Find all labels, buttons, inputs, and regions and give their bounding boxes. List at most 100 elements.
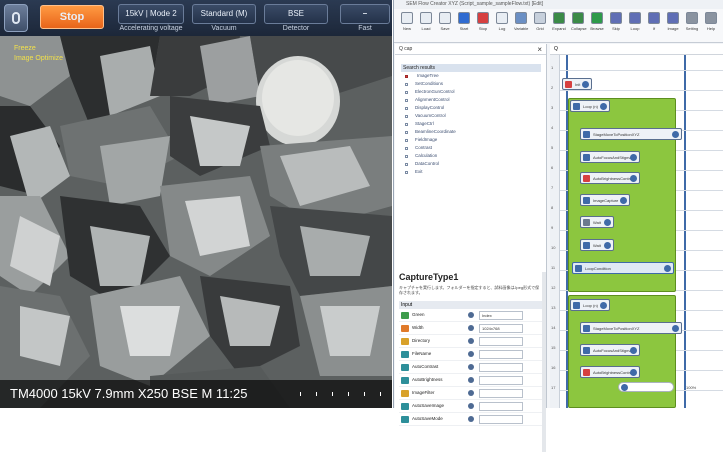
flow-node[interactable]: Init <box>562 78 592 90</box>
property-link-icon[interactable] <box>468 325 474 331</box>
tree-item[interactable]: Exit <box>401 168 541 176</box>
flow-node[interactable]: AutoFocusAndStigma <box>580 151 640 163</box>
node-settings-icon[interactable] <box>620 197 627 204</box>
stop-icon <box>477 12 489 24</box>
detector-button[interactable]: BSE <box>264 4 328 24</box>
sem-live-image[interactable]: Freeze Image Optimize TM4000 15kV 7.9mm … <box>0 36 392 408</box>
property-value-field[interactable] <box>479 402 523 411</box>
tree-item[interactable]: ImageTree <box>401 72 541 80</box>
node-settings-icon[interactable] <box>582 81 589 88</box>
property-link-icon[interactable] <box>468 364 474 370</box>
function-search[interactable]: Q cap × <box>395 44 546 55</box>
tree-item-label: StageCtrl <box>415 121 434 126</box>
ribbon-loop-button[interactable]: Loop <box>628 12 642 31</box>
ribbon-variable-button[interactable]: Variable <box>514 12 528 31</box>
node-settings-icon[interactable] <box>630 347 637 354</box>
collapse-icon <box>572 12 584 24</box>
flow-node[interactable]: LoopCondition <box>572 262 674 274</box>
property-link-icon[interactable] <box>468 377 474 383</box>
tree-item[interactable]: BeamlineCoordinate <box>401 128 541 136</box>
node-settings-icon[interactable] <box>664 265 671 272</box>
canvas-search-input[interactable]: Q <box>550 44 723 55</box>
properties-scrollbar[interactable] <box>542 272 546 452</box>
property-value-field[interactable] <box>479 376 523 385</box>
node-settings-icon[interactable] <box>672 131 679 138</box>
ribbon-collapse-button[interactable]: Collapse <box>571 12 587 31</box>
node-settings-icon[interactable] <box>672 325 679 332</box>
node-settings-icon[interactable] <box>600 103 607 110</box>
tree-item[interactable]: Contrast <box>401 144 541 152</box>
property-value-field[interactable]: Index <box>479 311 523 320</box>
flow-node[interactable]: Wait <box>580 216 614 228</box>
line-number: 10 <box>551 245 556 250</box>
node-settings-icon[interactable] <box>630 369 637 376</box>
node-type-icon <box>583 325 590 332</box>
flow-node[interactable]: StageMoveToPositionXYZ <box>580 322 682 334</box>
vacuum-button[interactable]: Standard (M) <box>192 4 256 24</box>
flow-node[interactable]: AutoBrightnessContrast <box>580 366 640 378</box>
node-type-icon <box>565 81 572 88</box>
ribbon-if-button[interactable]: If <box>647 12 661 31</box>
zoom-knob[interactable] <box>621 384 628 391</box>
property-value-field[interactable] <box>479 363 523 372</box>
ribbon-browse-button[interactable]: Browse <box>590 12 604 31</box>
ribbon-save-button[interactable]: Save <box>438 12 452 31</box>
ribbon-expand-button[interactable]: Expand <box>552 12 566 31</box>
ribbon-log-button[interactable]: Log <box>495 12 509 31</box>
tree-item[interactable]: VacuumControl <box>401 112 541 120</box>
flow-node[interactable]: Loop (n) <box>570 299 610 311</box>
ribbon-grid-button[interactable]: Grid <box>533 12 547 31</box>
flow-node[interactable]: ImageCapture <box>580 194 630 206</box>
tree-item[interactable]: DataControl <box>401 160 541 168</box>
flow-node[interactable]: AutoBrightnessContrast <box>580 172 640 184</box>
property-link-icon[interactable] <box>468 416 474 422</box>
ribbon-new-button[interactable]: New <box>400 12 414 31</box>
ribbon-start-button[interactable]: Start <box>457 12 471 31</box>
ribbon-image-button[interactable]: Image <box>666 12 680 31</box>
property-label: AutoSaveMode <box>412 416 443 421</box>
ribbon-label: Log <box>498 26 506 31</box>
property-value-field[interactable] <box>479 415 523 424</box>
node-settings-icon[interactable] <box>600 302 607 309</box>
properties-input-header: Input <box>399 301 542 309</box>
tree-item[interactable]: DisplayControl <box>401 104 541 112</box>
ribbon-skip-button[interactable]: Skip <box>609 12 623 31</box>
property-value-field[interactable]: 1024x768 <box>479 324 523 333</box>
property-link-icon[interactable] <box>468 390 474 396</box>
tree-item[interactable]: ElectronGunControl <box>401 88 541 96</box>
stop-button[interactable]: Stop <box>40 5 104 29</box>
node-settings-icon[interactable] <box>630 175 637 182</box>
tree-item[interactable]: FieldImage <box>401 136 541 144</box>
property-value-field[interactable] <box>479 337 523 346</box>
scan-speed-button[interactable]: – <box>340 4 390 24</box>
property-link-icon[interactable] <box>468 403 474 409</box>
power-button[interactable] <box>4 4 28 32</box>
property-link-icon[interactable] <box>468 338 474 344</box>
zoom-slider[interactable] <box>618 382 674 392</box>
ribbon-stop-button[interactable]: Stop <box>476 12 490 31</box>
flow-canvas[interactable]: Q 1 2 3 4 5 6 7 8 9 10 11 12 13 14 15 16 17 Init Loop (n)… <box>550 44 723 408</box>
accel-voltage-button[interactable]: 15kV | Mode 2 <box>118 4 184 24</box>
tree-item[interactable]: Calculation <box>401 152 541 160</box>
property-link-icon[interactable] <box>468 351 474 357</box>
line-number: 16 <box>551 365 556 370</box>
tree-item[interactable]: SetConditions <box>401 80 541 88</box>
flow-node[interactable]: Loop (n) <box>570 100 610 112</box>
tree-item[interactable]: AlignmentControl <box>401 96 541 104</box>
property-value-field[interactable] <box>479 350 523 359</box>
node-settings-icon[interactable] <box>604 219 611 226</box>
flow-node[interactable]: AutoFocusAndStigma <box>580 344 640 356</box>
node-settings-icon[interactable] <box>604 242 611 249</box>
close-icon[interactable]: × <box>537 44 542 55</box>
ribbon-help-button[interactable]: Help <box>704 12 718 31</box>
property-value-field[interactable] <box>479 389 523 398</box>
tree-item[interactable]: StageCtrl <box>401 120 541 128</box>
node-type-icon <box>583 219 590 226</box>
flow-node[interactable]: StageMoveToPositionXYZ <box>580 128 682 140</box>
flow-node[interactable]: Wait <box>580 239 614 251</box>
function-search-input[interactable]: Q cap <box>399 46 412 52</box>
ribbon-setting-button[interactable]: Setting <box>685 12 699 31</box>
property-link-icon[interactable] <box>468 312 474 318</box>
node-settings-icon[interactable] <box>630 154 637 161</box>
ribbon-load-button[interactable]: Load <box>419 12 433 31</box>
